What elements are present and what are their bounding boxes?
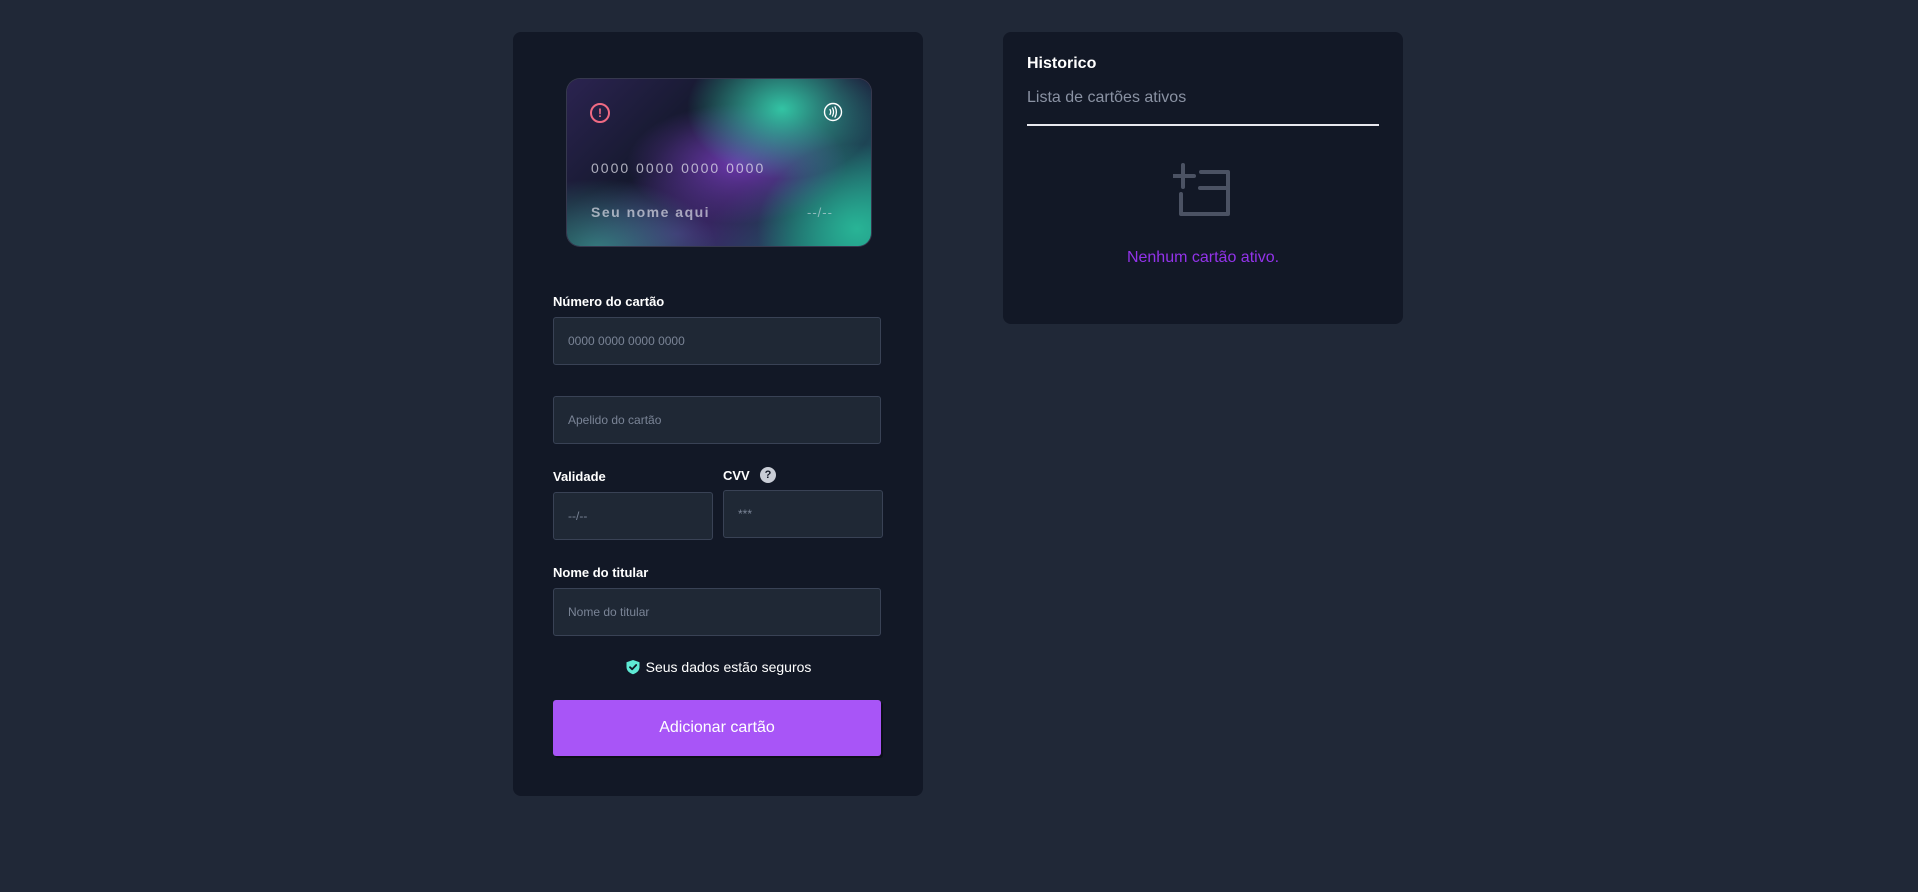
- add-card-button[interactable]: Adicionar cartão: [553, 700, 881, 756]
- card-number-input[interactable]: [553, 317, 881, 365]
- history-divider: [1027, 124, 1379, 126]
- help-icon[interactable]: ?: [760, 467, 776, 483]
- contactless-icon: [823, 102, 843, 122]
- history-subtitle: Lista de cartões ativos: [1027, 89, 1187, 106]
- card-preview-expiry: --/--: [807, 205, 833, 220]
- card-preview-holder: Seu nome aqui: [591, 204, 711, 220]
- empty-state-text: Nenhum cartão ativo.: [1126, 249, 1280, 266]
- add-card-panel: ! 0000 0000 0000 0000 Seu nome aqui --/-…: [513, 32, 923, 796]
- holder-name-input[interactable]: [553, 588, 881, 636]
- add-card-icon: [1173, 163, 1230, 216]
- expiry-input[interactable]: [553, 492, 713, 540]
- cvv-label: CVV: [723, 468, 750, 483]
- card-number-label: Número do cartão: [553, 294, 665, 309]
- alert-icon: !: [590, 103, 610, 123]
- expiry-label: Validade: [553, 469, 606, 484]
- secure-notice-text: Seus dados estão seguros: [645, 659, 812, 675]
- holder-name-label: Nome do titular: [553, 565, 649, 580]
- card-nickname-input[interactable]: [553, 396, 881, 444]
- secure-notice: Seus dados estão seguros: [513, 659, 923, 675]
- card-preview: ! 0000 0000 0000 0000 Seu nome aqui --/-…: [566, 78, 872, 247]
- history-panel: Historico Lista de cartões ativos Nenhum…: [1003, 32, 1403, 324]
- card-preview-number: 0000 0000 0000 0000: [591, 160, 766, 176]
- history-title: Historico: [1027, 55, 1097, 72]
- cvv-input[interactable]: [723, 490, 883, 538]
- shield-check-icon: [626, 660, 640, 675]
